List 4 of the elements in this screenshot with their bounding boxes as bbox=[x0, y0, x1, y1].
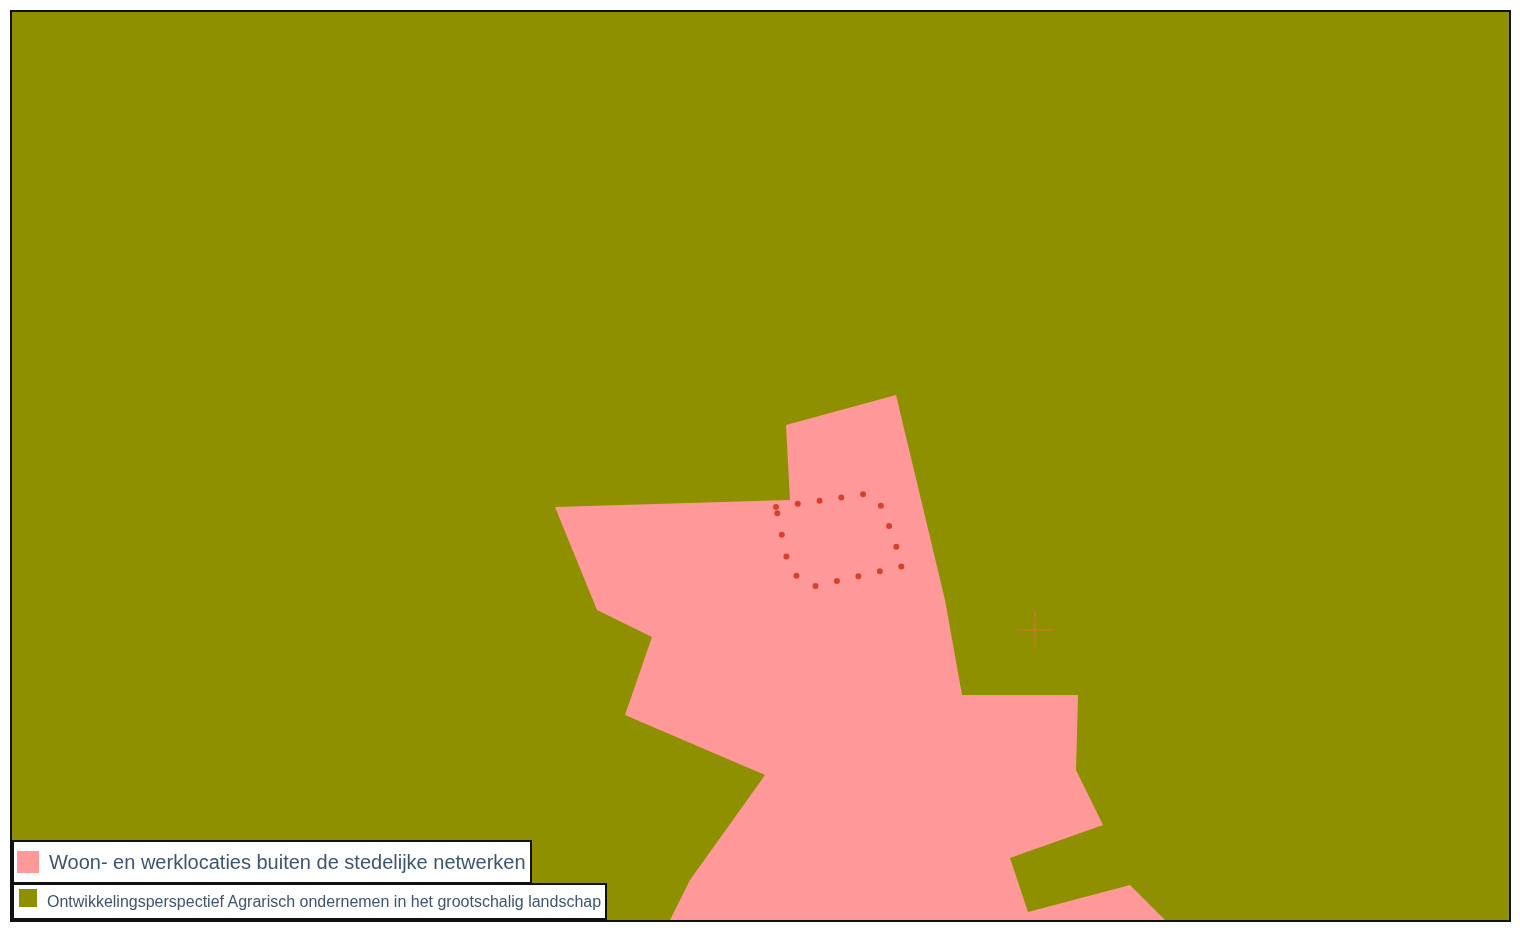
legend-label: Woon- en werklocaties buiten de stedelijke netwerken bbox=[49, 850, 526, 874]
map[interactable]: Woon- en werklocaties buiten de stedelijke netwerken Ontwikkelingsperspectief Agrarisch ondernemen in het grootschalig landschap bbox=[10, 10, 1511, 922]
crosshair-icon bbox=[1016, 611, 1054, 649]
legend-label: Ontwikkelingsperspectief Agrarisch ondernemen in het grootschalig landschap bbox=[47, 892, 602, 911]
